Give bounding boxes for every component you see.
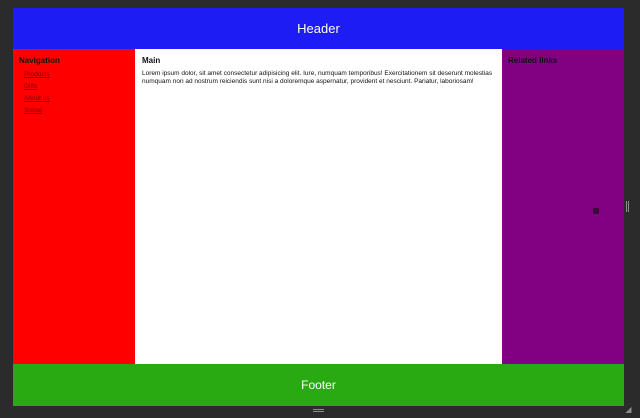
footer-title: Footer — [301, 378, 336, 392]
horizontal-resize-handle-icon[interactable] — [313, 409, 324, 413]
navigation-title: Navigation — [19, 56, 60, 65]
page-layout: Header Navigation Products Gifts About u… — [13, 8, 624, 406]
navigation-sidebar: Navigation Products Gifts About us Socia… — [13, 49, 135, 364]
corner-resize-grip-icon[interactable]: ◢ — [624, 405, 633, 414]
related-links-title: Related links — [508, 56, 558, 65]
nav-item-gifts: Gifts — [24, 81, 129, 93]
nav-item-social: Social — [24, 105, 129, 117]
main-paragraph: Lorem ipsum dolor, sit amet consectetur … — [142, 69, 493, 85]
main-content: Main Lorem ipsum dolor, sit amet consect… — [135, 49, 502, 364]
nav-item-products: Products — [24, 69, 129, 81]
nav-link-social[interactable]: Social — [24, 107, 42, 114]
nav-link-about-us[interactable]: About us — [24, 95, 50, 102]
nav-link-gifts[interactable]: Gifts — [24, 83, 37, 90]
nav-link-products[interactable]: Products — [24, 71, 50, 78]
header-title: Header — [297, 21, 340, 36]
related-links-sidebar: Related links — [502, 49, 624, 364]
main-title: Main — [142, 56, 161, 65]
nav-item-about-us: About us — [24, 93, 129, 105]
page-footer: Footer — [13, 364, 624, 406]
small-square-icon — [593, 208, 599, 214]
vertical-resize-handle-icon[interactable] — [626, 201, 630, 212]
content-area: Navigation Products Gifts About us Socia… — [13, 49, 624, 364]
page-header: Header — [13, 8, 624, 49]
navigation-list: Products Gifts About us Social — [19, 69, 129, 117]
